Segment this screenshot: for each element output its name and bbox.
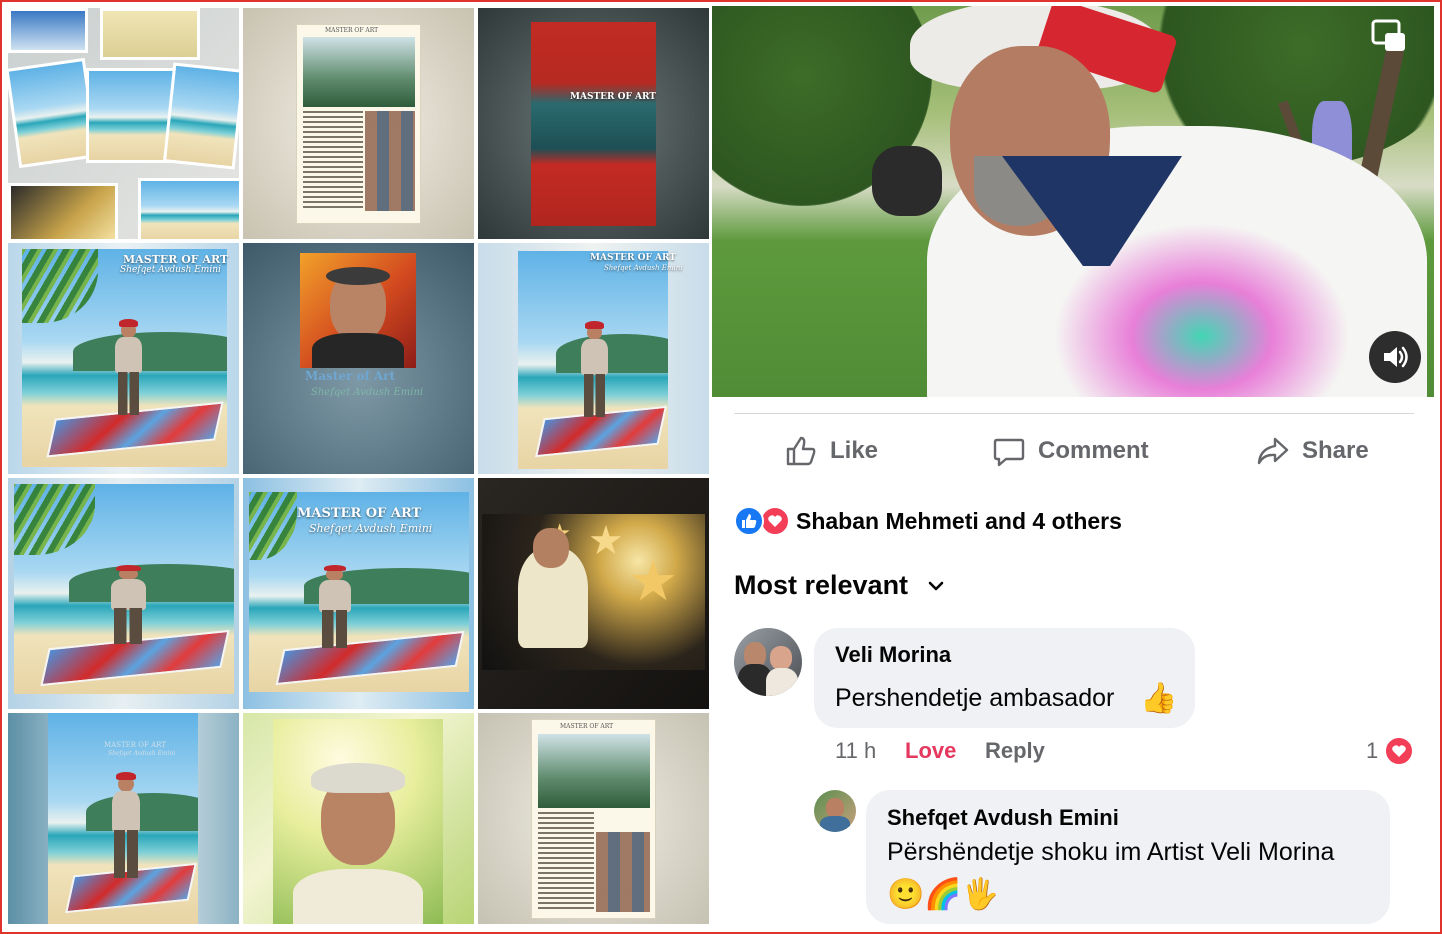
- poster-subtitle: Shefqet Avdush Emini: [120, 265, 221, 275]
- collage-tile[interactable]: [8, 478, 239, 709]
- collage-tile[interactable]: MASTER OF ART: [478, 713, 709, 924]
- comment-author[interactable]: Veli Morina: [835, 642, 951, 668]
- poster-subtitle: Shefqet Avdush Emini: [309, 522, 433, 535]
- comment-sort-dropdown[interactable]: Most relevant: [734, 570, 946, 601]
- picture-in-picture-icon[interactable]: [1370, 18, 1408, 56]
- poster-subtitle: Shefqet Avdush Emini: [604, 264, 683, 272]
- chevron-down-icon: [928, 581, 944, 590]
- star-icon: ★: [588, 519, 624, 563]
- collage-tile[interactable]: MASTER OF ART: [478, 8, 709, 239]
- reactions-summary-text: Shaban Mehmeti and 4 others: [796, 507, 1122, 534]
- collage-tile[interactable]: [8, 8, 239, 239]
- like-button[interactable]: Like: [784, 430, 878, 472]
- emoji-reactions-icon: 🙂🌈🖐: [887, 878, 1000, 911]
- poster-title: MASTER OF ART: [325, 27, 379, 34]
- poster-title: MASTER OF ART: [297, 506, 422, 521]
- love-reaction-icon: [1384, 736, 1414, 766]
- like-label: Like: [830, 437, 879, 464]
- share-label: Share: [1302, 437, 1369, 464]
- poster-title: MASTER OF ART: [104, 741, 166, 749]
- collage-tile[interactable]: ★ ★ ★: [478, 478, 709, 709]
- comment-text: Pershendetje ambasador: [835, 684, 1115, 712]
- star-icon: ★: [628, 549, 679, 612]
- sort-label: Most relevant: [734, 570, 909, 600]
- comment-timestamp[interactable]: 11 h: [835, 738, 876, 764]
- thumbs-up-icon: 👍: [1140, 682, 1178, 715]
- collage-tile[interactable]: MASTER OF ART Shefqet Avdush Emini: [8, 713, 239, 924]
- reactions-summary[interactable]: Shaban Mehmeti and 4 others: [734, 505, 1122, 537]
- comment-author[interactable]: Shefqet Avdush Emini: [887, 805, 1119, 831]
- love-reaction-icon: [760, 506, 790, 536]
- love-reaction-link[interactable]: Love: [905, 738, 956, 764]
- comment-label: Comment: [1038, 437, 1149, 464]
- poster-title: MASTER OF ART: [560, 723, 614, 730]
- like-icon: [786, 436, 816, 466]
- reply-link[interactable]: Reply: [985, 738, 1045, 764]
- poster-title: MASTER OF ART: [590, 253, 676, 263]
- collage-tile[interactable]: MASTER OF ART Shefqet Avdush Emini: [243, 478, 474, 709]
- video-player[interactable]: [712, 6, 1434, 397]
- poster-title: Master of Art: [305, 369, 396, 383]
- photo-collage-grid: MASTER OF ART MASTER OF ART MASTER OF AR…: [8, 8, 710, 926]
- actions-divider: [734, 413, 1414, 414]
- collage-tile[interactable]: Master of Art Shefqet Avdush Emini: [243, 243, 474, 474]
- share-button[interactable]: Share: [1256, 430, 1369, 472]
- comment-text: Përshëndetje shoku im Artist Veli Morina: [887, 838, 1335, 866]
- poster-title: MASTER OF ART: [570, 92, 656, 102]
- poster-subtitle: Shefqet Avdush Emini: [311, 387, 424, 398]
- collage-tile[interactable]: MASTER OF ART: [243, 8, 474, 239]
- comment-button[interactable]: Comment: [992, 430, 1149, 472]
- like-reaction-icon: [734, 506, 764, 536]
- collage-tile[interactable]: [243, 713, 474, 924]
- share-icon: [1257, 437, 1289, 465]
- avatar[interactable]: [734, 628, 802, 696]
- avatar[interactable]: [814, 790, 856, 832]
- reaction-count[interactable]: 1: [1366, 738, 1378, 764]
- collage-tile[interactable]: MASTER OF ART Shefqet Avdush Emini: [8, 243, 239, 474]
- volume-icon[interactable]: [1369, 331, 1421, 383]
- poster-subtitle: Shefqet Avdush Emini: [108, 750, 176, 757]
- collage-tile[interactable]: MASTER OF ART Shefqet Avdush Emini: [478, 243, 709, 474]
- comment-icon: [993, 438, 1025, 467]
